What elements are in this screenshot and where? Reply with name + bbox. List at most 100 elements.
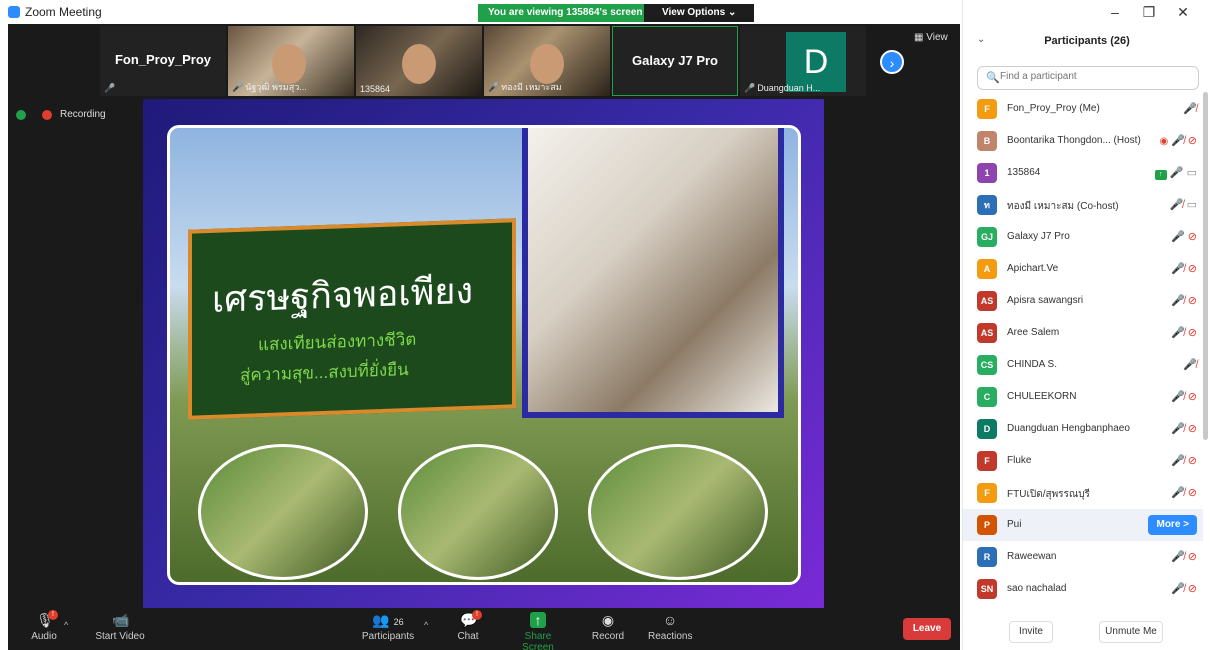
video-tile[interactable]: 🎤 นัฐวุฒิ พรมสุว... bbox=[228, 26, 354, 96]
avatar: CS bbox=[977, 355, 997, 375]
participant-row[interactable]: F FTUเปิด/สุพรรณบุรี 🎤̸ ⊘ bbox=[963, 477, 1203, 509]
video-off-icon: ⊘ bbox=[1187, 263, 1197, 275]
avatar: AS bbox=[977, 291, 997, 311]
mic-muted-icon: 🎤̸ bbox=[1169, 199, 1184, 211]
video-tile[interactable]: Fon_Proy_Proy 🎤 bbox=[100, 26, 226, 96]
video-tile[interactable]: D 🎤 Duangduan H... bbox=[740, 26, 866, 96]
participant-row[interactable]: 1 135864 ↑ 🎤 ▭ bbox=[963, 157, 1203, 189]
shared-screen: เศรษฐกิจพอเพียง แสงเทียนส่องทางชีวิต สู่… bbox=[143, 99, 824, 610]
more-button[interactable]: More > bbox=[1148, 515, 1197, 535]
video-tile[interactable]: 135864 bbox=[356, 26, 482, 96]
participant-row[interactable]: A Apichart.Ve 🎤̸ ⊘ bbox=[963, 253, 1203, 285]
participant-status-icons: 🎤̸ ⊘ bbox=[1171, 582, 1197, 595]
view-options-button[interactable]: View Options ⌄ bbox=[644, 4, 755, 22]
audio-button[interactable]: 🎙! Audio bbox=[30, 610, 58, 642]
tile-caption: 🎤 bbox=[104, 83, 117, 94]
mic-muted-icon: 🎤̸ bbox=[1171, 455, 1185, 467]
alert-badge: ! bbox=[48, 610, 58, 620]
participant-face bbox=[530, 44, 564, 84]
participant-list: F Fon_Proy_Proy (Me) 🎤̸ B Boontarika Thongd… bbox=[963, 93, 1203, 605]
start-video-button[interactable]: 📹 Start Video bbox=[90, 612, 150, 642]
avatar: 1 bbox=[977, 163, 997, 183]
chat-button[interactable]: 💬! Chat bbox=[456, 610, 482, 642]
mic-muted-icon: 🎤̸ bbox=[1171, 391, 1185, 403]
avatar: P bbox=[977, 515, 997, 535]
mic-muted-icon: 🎤 bbox=[744, 83, 756, 93]
presentation-slide: เศรษฐกิจพอเพียง แสงเทียนส่องทางชีวิต สู่… bbox=[167, 125, 801, 585]
participant-row[interactable]: R Raweewan 🎤̸ ⊘ bbox=[963, 541, 1203, 573]
meeting-stage: Fon_Proy_Proy 🎤 🎤 นัฐวุฒิ พรมสุว... 13586… bbox=[8, 24, 960, 650]
mic-icon: 🎤 bbox=[1169, 167, 1184, 179]
recording-label: Recording bbox=[60, 109, 106, 120]
recording-icon: ◉ bbox=[1159, 136, 1172, 147]
participant-row[interactable]: AS Aree Salem 🎤̸ ⊘ bbox=[963, 317, 1203, 349]
participant-face bbox=[402, 44, 436, 84]
video-icon: ▭ bbox=[1186, 167, 1197, 179]
participant-row[interactable]: F Fon_Proy_Proy (Me) 🎤̸ bbox=[963, 93, 1203, 125]
mic-muted-icon: 🎤̸ bbox=[1171, 263, 1185, 275]
chat-badge: ! bbox=[472, 610, 482, 620]
search-input[interactable] bbox=[1000, 71, 1190, 82]
avatar: A bbox=[977, 259, 997, 279]
participant-row[interactable]: D Duangduan Hengbanphaeo 🎤̸ ⊘ bbox=[963, 413, 1203, 445]
farm-photo bbox=[398, 444, 558, 580]
participant-status-icons: 🎤̸ ⊘ bbox=[1171, 454, 1197, 467]
leave-button[interactable]: Leave bbox=[903, 618, 951, 640]
participant-status-icons: 🎤̸ ⊘ bbox=[1171, 326, 1197, 339]
scrollbar[interactable] bbox=[1203, 92, 1208, 440]
video-off-icon: ⊘ bbox=[1187, 135, 1197, 147]
record-icon: ◉ bbox=[601, 612, 615, 628]
participant-status-icons: 🎤̸ ▭ bbox=[1170, 198, 1197, 211]
window-controls: – ❐ ✕ bbox=[1098, 4, 1200, 21]
grid-icon: ▦ bbox=[914, 32, 927, 43]
minimize-icon[interactable]: – bbox=[1098, 4, 1132, 20]
participant-search[interactable]: 🔍 bbox=[977, 66, 1199, 90]
participant-row[interactable]: P Pui More > bbox=[963, 509, 1203, 541]
participants-caret-icon[interactable]: ^ bbox=[424, 620, 428, 630]
screen-share-icon: ↑ bbox=[1154, 170, 1167, 180]
participant-status-icons: 🎤̸ ⊘ bbox=[1171, 262, 1197, 275]
close-icon[interactable]: ✕ bbox=[1166, 4, 1200, 21]
participant-status-icons: 🎤̸ ⊘ bbox=[1171, 390, 1197, 403]
mic-muted-icon: 🎤̸ bbox=[1171, 135, 1185, 147]
participant-name: Boontarika Thongdon... (Host) bbox=[1007, 135, 1141, 146]
share-screen-button[interactable]: ↑ Share Screen bbox=[508, 612, 568, 650]
mic-muted-icon: 🎤̸ bbox=[1183, 359, 1197, 371]
reactions-icon: ☺ bbox=[662, 612, 678, 628]
mic-icon: 🎤 bbox=[1171, 231, 1185, 243]
tile-caption: 135864 bbox=[360, 84, 391, 94]
participant-name: Pui bbox=[1007, 519, 1022, 530]
participant-name: sao nachalad bbox=[1007, 583, 1067, 594]
participants-panel: –❐✕ ⌄ Participants (26) 🔍 F Fon_Proy_Proy… bbox=[962, 0, 1210, 650]
restore-icon[interactable]: ❐ bbox=[1132, 4, 1166, 21]
participant-row[interactable]: F Fluke 🎤̸ ⊘ bbox=[963, 445, 1203, 477]
participant-row[interactable]: SN sao nachalad 🎤̸ ⊘ bbox=[963, 573, 1203, 605]
participant-row[interactable]: CS CHINDA S. 🎤̸ bbox=[963, 349, 1203, 381]
participant-row[interactable]: B Boontarika Thongdon... (Host) ◉ 🎤̸ ⊘ bbox=[963, 125, 1203, 157]
audio-options-caret-icon[interactable]: ^ bbox=[64, 620, 68, 630]
share-screen-icon: ↑ bbox=[530, 612, 546, 628]
invite-button[interactable]: Invite bbox=[1009, 621, 1053, 643]
tile-caption: 🎤 ทองมี เหมาะสม bbox=[488, 82, 562, 92]
green-board: เศรษฐกิจพอเพียง แสงเทียนส่องทางชีวิต สู่… bbox=[188, 218, 516, 420]
reactions-button[interactable]: ☺ Reactions bbox=[648, 612, 692, 642]
unmute-me-button[interactable]: Unmute Me bbox=[1099, 621, 1163, 643]
participants-button[interactable]: 👥 26 Participants bbox=[360, 612, 416, 642]
participant-name: CHINDA S. bbox=[1007, 359, 1058, 370]
avatar: ท bbox=[977, 195, 997, 215]
record-button[interactable]: ◉ Record bbox=[590, 612, 626, 642]
view-button[interactable]: ▦ View bbox=[914, 32, 948, 43]
window-title: Zoom Meeting bbox=[25, 5, 102, 19]
participant-row[interactable]: GJ Galaxy J7 Pro 🎤 ⊘ bbox=[963, 221, 1203, 253]
participant-name: Raweewan bbox=[1007, 551, 1057, 562]
participant-status-icons: 🎤̸ bbox=[1183, 358, 1197, 371]
video-tile[interactable]: 🎤 ทองมี เหมาะสม bbox=[484, 26, 610, 96]
participant-row[interactable]: C CHULEEKORN 🎤̸ ⊘ bbox=[963, 381, 1203, 413]
mic-muted-icon: 🎤̸ bbox=[1171, 583, 1185, 595]
mic-muted-icon: 🎤̸ bbox=[1171, 423, 1185, 435]
participant-row[interactable]: AS Apisra sawangsri 🎤̸ ⊘ bbox=[963, 285, 1203, 317]
video-tile[interactable]: Galaxy J7 Pro bbox=[612, 26, 738, 96]
next-page-icon[interactable]: › bbox=[880, 50, 904, 74]
participant-name: 135864 bbox=[1007, 167, 1041, 178]
participant-row[interactable]: ท ทองมี เหมาะสม (Co-host) 🎤̸ ▭ bbox=[963, 189, 1203, 221]
